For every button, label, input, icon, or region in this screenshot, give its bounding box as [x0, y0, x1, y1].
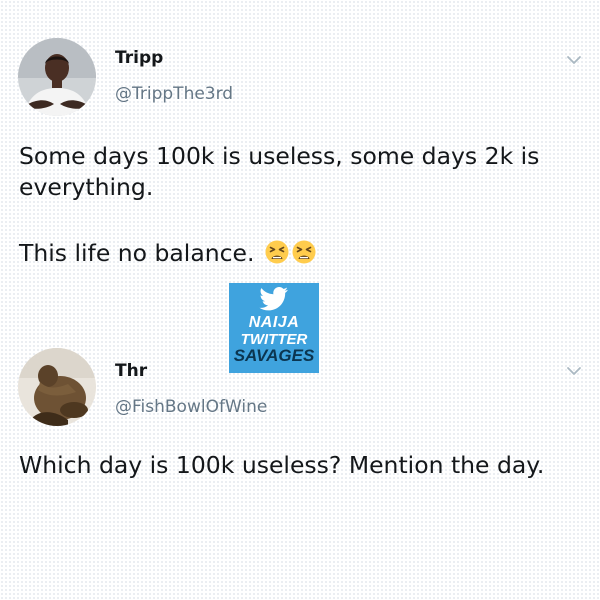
watermark-logo: NAIJA TWITTER SAVAGES — [229, 283, 319, 373]
tired-face-emoji — [265, 240, 289, 264]
tweet-text-line-with-emoji: This life no balance. — [19, 238, 579, 269]
watermark-text: NAIJA — [248, 314, 300, 331]
tweet-text-line: Which day is 100k useless? Mention the d… — [19, 451, 545, 479]
watermark-text: SAVAGES — [233, 346, 315, 365]
twitter-bird-icon — [259, 287, 288, 311]
avatar[interactable] — [18, 348, 96, 426]
tired-face-emoji — [292, 240, 316, 264]
user-handle[interactable]: @FishBowlOfWine — [115, 397, 267, 417]
chevron-down-icon[interactable] — [566, 52, 582, 68]
watermark-text: TWITTER — [240, 331, 308, 348]
user-handle[interactable]: @TrippThe3rd — [115, 84, 233, 104]
tweet-card[interactable]: Tripp @TrippThe3rd Some days 100k is use… — [0, 0, 600, 285]
avatar[interactable] — [18, 38, 96, 116]
tweet-card[interactable]: Thr @FishBowlOfWine Which day is 100k us… — [0, 335, 600, 600]
tweet-text-line: This life no balance. — [19, 239, 255, 267]
display-name[interactable]: Tripp — [115, 48, 163, 68]
avatar-photo — [18, 38, 96, 116]
display-name[interactable]: Thr — [115, 361, 147, 381]
tweet-text-line: everything. — [19, 173, 154, 201]
avatar-photo — [18, 348, 96, 426]
tweet-text-line: Some days 100k is useless, some days 2k … — [19, 142, 540, 170]
chevron-down-icon[interactable] — [566, 363, 582, 379]
